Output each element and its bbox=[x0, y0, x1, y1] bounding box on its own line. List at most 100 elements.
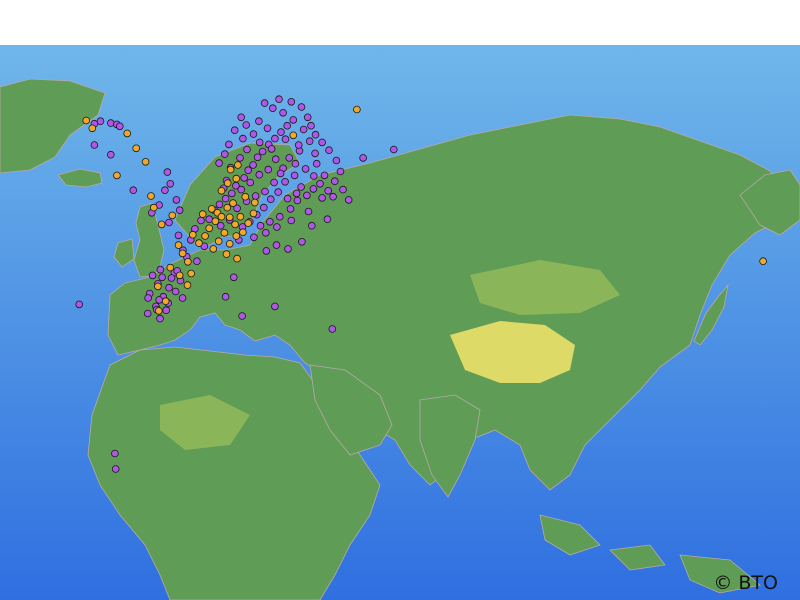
purple-record-marker bbox=[255, 138, 264, 147]
purple-record-marker bbox=[311, 130, 320, 139]
orange-record-marker bbox=[82, 116, 90, 125]
purple-record-marker bbox=[225, 140, 233, 149]
purple-record-marker bbox=[266, 195, 275, 204]
purple-record-marker bbox=[111, 449, 119, 458]
orange-record-marker bbox=[141, 158, 150, 166]
purple-record-marker bbox=[271, 155, 280, 163]
purple-record-marker bbox=[90, 141, 99, 149]
map-figure: © BTO bbox=[0, 0, 800, 600]
purple-record-marker bbox=[287, 97, 296, 106]
purple-record-marker bbox=[264, 165, 273, 174]
orange-record-marker bbox=[154, 282, 162, 291]
orange-record-marker bbox=[88, 124, 97, 133]
orange-record-marker bbox=[161, 297, 170, 306]
purple-record-marker bbox=[258, 147, 267, 156]
purple-record-marker bbox=[291, 159, 300, 168]
purple-record-marker bbox=[273, 223, 281, 231]
orange-record-marker bbox=[175, 271, 184, 280]
purple-record-marker bbox=[144, 294, 152, 302]
orange-record-marker bbox=[166, 263, 175, 272]
purple-record-marker bbox=[249, 161, 257, 169]
purple-record-marker bbox=[255, 170, 264, 179]
orange-record-marker bbox=[150, 203, 158, 212]
purple-record-marker bbox=[253, 153, 262, 162]
purple-record-marker bbox=[215, 200, 224, 209]
purple-record-marker bbox=[129, 186, 138, 195]
purple-record-marker bbox=[260, 99, 269, 107]
purple-record-marker bbox=[163, 168, 172, 176]
orange-record-marker bbox=[225, 240, 234, 248]
purple-record-marker bbox=[236, 154, 244, 162]
purple-record-marker bbox=[297, 103, 306, 111]
purple-record-marker bbox=[309, 172, 318, 180]
purple-record-marker bbox=[116, 122, 124, 131]
purple-record-marker bbox=[281, 178, 289, 186]
purple-record-marker bbox=[316, 180, 324, 188]
purple-record-marker bbox=[329, 192, 337, 201]
copyright-credit: © BTO bbox=[713, 572, 778, 594]
orange-record-marker bbox=[353, 105, 361, 114]
purple-record-marker bbox=[328, 325, 337, 333]
orange-record-marker bbox=[222, 250, 231, 258]
orange-record-marker bbox=[183, 281, 192, 289]
purple-record-marker bbox=[156, 265, 165, 274]
purple-record-marker bbox=[205, 215, 214, 224]
orange-record-marker bbox=[184, 258, 192, 266]
purple-record-marker bbox=[75, 300, 83, 309]
purple-record-marker bbox=[249, 130, 258, 138]
purple-record-marker bbox=[283, 194, 292, 203]
purple-record-marker bbox=[240, 174, 248, 182]
purple-record-marker bbox=[261, 187, 269, 196]
purple-record-marker bbox=[307, 121, 315, 130]
purple-record-marker bbox=[289, 116, 298, 124]
top-margin bbox=[0, 0, 800, 45]
purple-record-marker bbox=[237, 113, 246, 122]
purple-record-marker bbox=[301, 165, 310, 173]
orange-record-marker bbox=[187, 269, 196, 278]
purple-record-marker bbox=[171, 287, 180, 296]
orange-record-marker bbox=[236, 212, 245, 221]
purple-record-marker bbox=[262, 247, 271, 255]
purple-record-marker bbox=[272, 241, 281, 249]
purple-record-marker bbox=[155, 296, 164, 304]
purple-record-marker bbox=[304, 207, 313, 216]
orange-record-marker bbox=[232, 174, 241, 183]
purple-record-marker bbox=[323, 215, 332, 224]
purple-record-marker bbox=[175, 206, 184, 215]
purple-record-marker bbox=[285, 154, 294, 162]
orange-record-marker bbox=[217, 187, 226, 195]
orange-record-marker bbox=[289, 131, 298, 140]
purple-record-marker bbox=[162, 306, 171, 315]
purple-record-marker bbox=[178, 294, 187, 302]
purple-record-marker bbox=[165, 218, 173, 227]
purple-record-marker bbox=[325, 146, 333, 154]
orange-record-marker bbox=[201, 232, 209, 240]
purple-record-marker bbox=[294, 141, 303, 149]
orange-record-marker bbox=[168, 211, 177, 220]
orange-record-marker bbox=[198, 210, 207, 218]
purple-record-marker bbox=[242, 121, 251, 129]
purple-record-marker bbox=[359, 154, 367, 162]
purple-record-marker bbox=[275, 95, 283, 103]
purple-record-marker bbox=[307, 221, 316, 230]
orange-record-marker bbox=[157, 220, 166, 229]
purple-record-marker bbox=[267, 145, 276, 153]
purple-record-marker bbox=[263, 124, 272, 133]
purple-record-marker bbox=[324, 187, 333, 195]
purple-record-marker bbox=[344, 196, 353, 204]
world-relief-map bbox=[0, 45, 800, 600]
purple-record-marker bbox=[238, 312, 246, 320]
purple-record-marker bbox=[228, 189, 236, 198]
purple-record-marker bbox=[237, 185, 246, 194]
purple-record-marker bbox=[292, 189, 301, 198]
purple-record-marker bbox=[286, 205, 295, 213]
purple-record-marker bbox=[158, 273, 166, 282]
orange-record-marker bbox=[217, 212, 226, 221]
orange-record-marker bbox=[231, 220, 239, 229]
purple-record-marker bbox=[330, 177, 339, 186]
orange-record-marker bbox=[155, 307, 163, 315]
purple-record-marker bbox=[389, 145, 398, 154]
orange-record-marker bbox=[223, 179, 232, 187]
orange-record-marker bbox=[174, 241, 183, 249]
purple-record-marker bbox=[318, 138, 326, 147]
